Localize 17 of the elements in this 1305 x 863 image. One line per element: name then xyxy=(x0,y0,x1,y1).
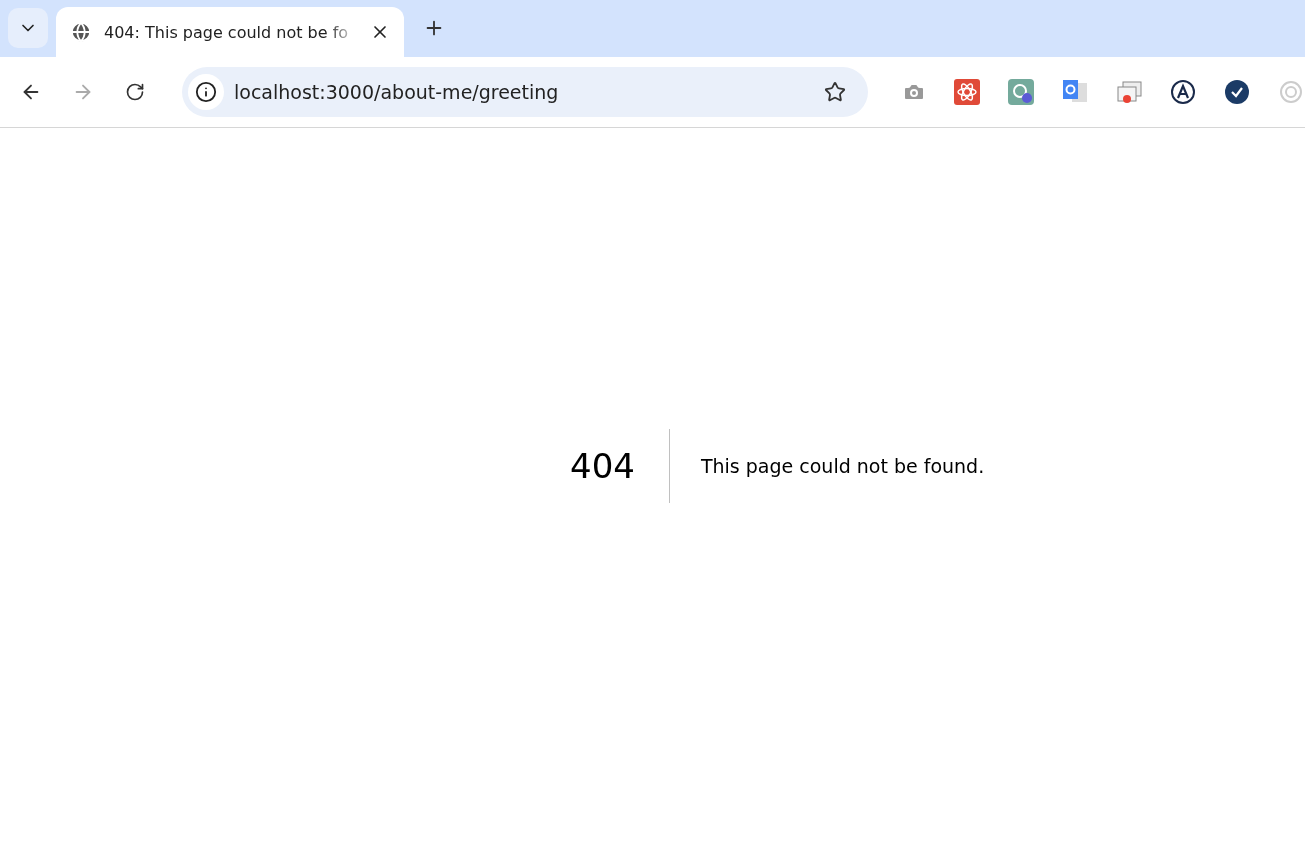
browser-tab[interactable]: 404: This page could not be fo xyxy=(56,7,404,57)
address-bar[interactable]: localhost:3000/about-me/greeting xyxy=(182,67,868,117)
circled-letter-icon[interactable] xyxy=(1170,79,1196,105)
site-info-button[interactable] xyxy=(188,74,224,110)
url-text: localhost:3000/about-me/greeting xyxy=(234,81,560,103)
translate-icon[interactable] xyxy=(1062,79,1088,105)
bookmark-star-icon[interactable] xyxy=(824,81,846,103)
error-code: 404 xyxy=(570,428,670,503)
knot-icon[interactable] xyxy=(1008,79,1034,105)
error-message: This page could not be found. xyxy=(700,454,985,477)
info-icon xyxy=(195,81,217,103)
globe-icon xyxy=(70,21,92,43)
reload-icon xyxy=(125,82,145,102)
tab-title: 404: This page could not be fo xyxy=(104,22,350,42)
check-icon[interactable] xyxy=(1224,79,1250,105)
atom-icon[interactable] xyxy=(954,79,980,105)
windows-icon[interactable] xyxy=(1116,79,1142,105)
